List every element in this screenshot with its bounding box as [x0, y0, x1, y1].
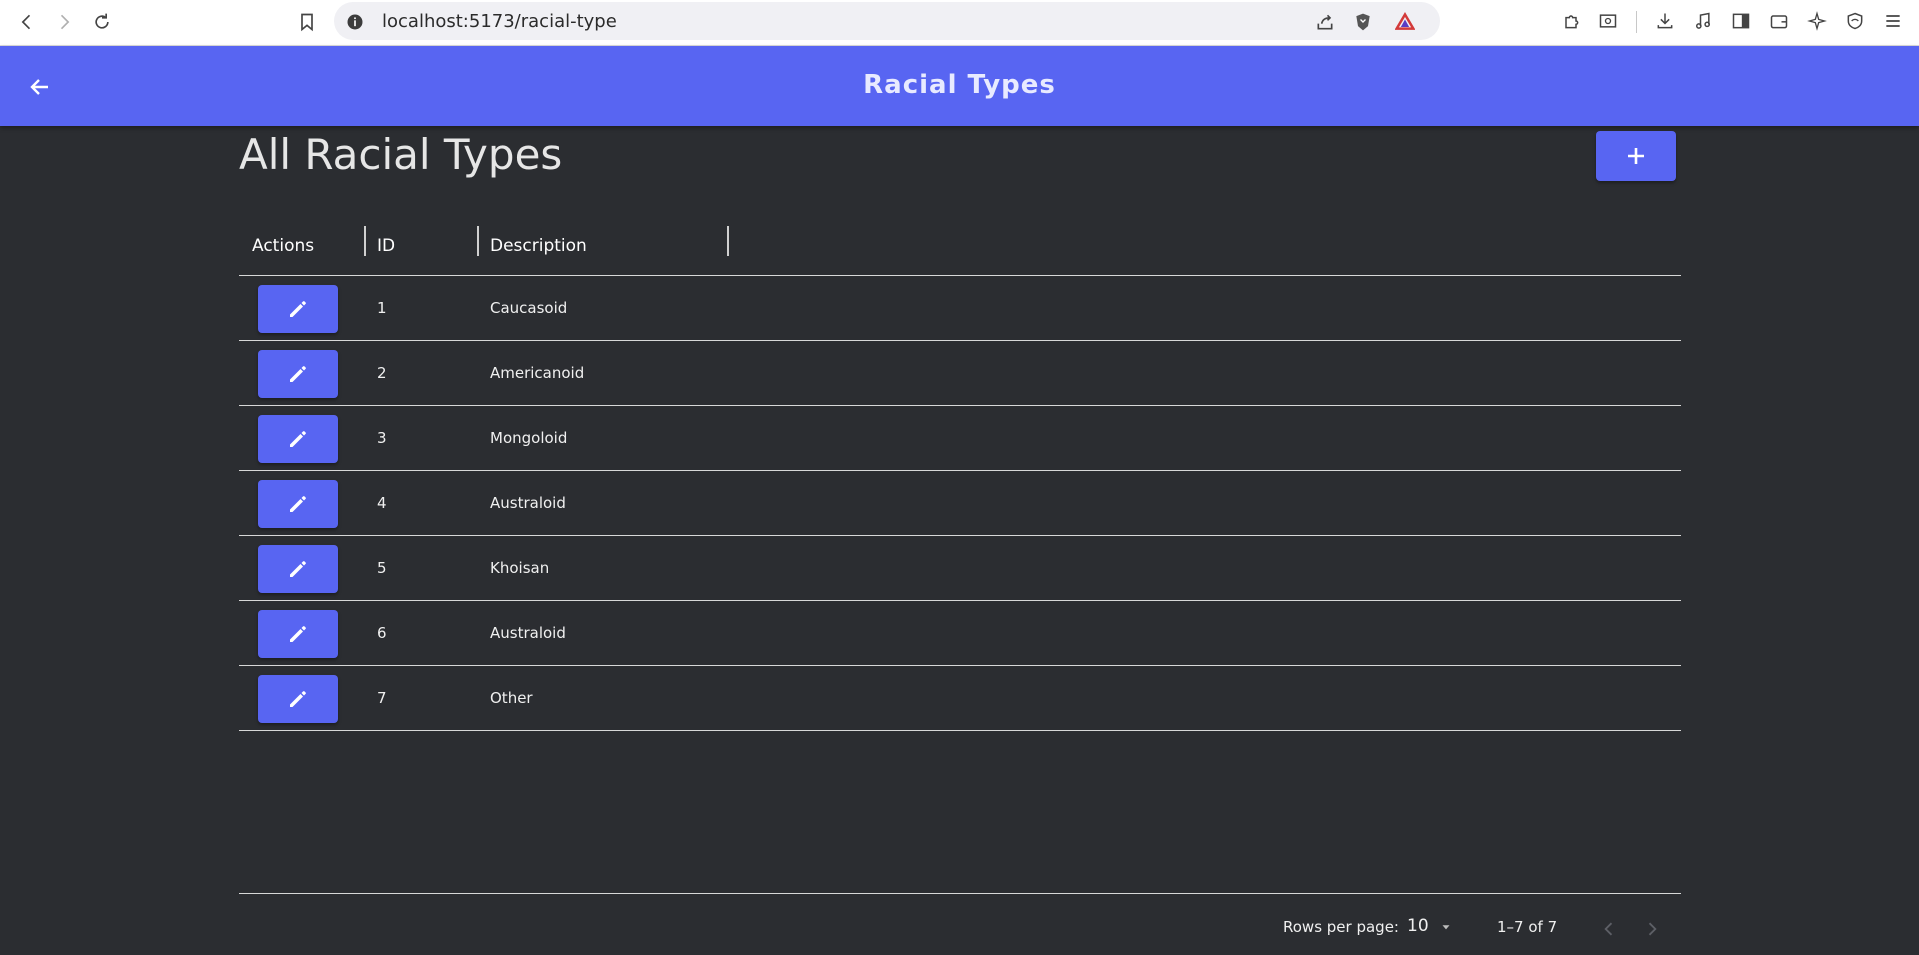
data-grid: Actions ID Description 1 Caucasoid 2 Americ…	[239, 218, 1681, 895]
menu-icon[interactable]	[1880, 8, 1906, 34]
leo-ai-icon[interactable]	[1804, 8, 1830, 34]
table-row[interactable]: 5 Khoisan	[239, 536, 1681, 601]
table-row[interactable]: 4 Australoid	[239, 471, 1681, 536]
toolbar-divider	[1636, 11, 1637, 33]
column-header-actions[interactable]: Actions	[252, 218, 314, 275]
cell-id: 6	[377, 624, 387, 642]
edit-button[interactable]	[258, 285, 338, 333]
brave-shield-icon[interactable]	[1350, 9, 1376, 35]
edit-button[interactable]	[258, 415, 338, 463]
column-separator[interactable]	[727, 226, 729, 256]
pencil-icon	[290, 691, 306, 707]
browser-toolbar: localhost:5173/racial-type	[0, 0, 1919, 46]
vpn-shield-icon[interactable]	[1842, 8, 1868, 34]
page-range: 1–7 of 7	[1497, 918, 1558, 936]
page-title: All Racial Types	[239, 130, 563, 179]
edit-button[interactable]	[258, 350, 338, 398]
cell-id: 1	[377, 299, 387, 317]
pencil-icon	[290, 626, 306, 642]
column-separator[interactable]	[477, 226, 479, 256]
pencil-icon	[290, 431, 306, 447]
table-row[interactable]: 3 Mongoloid	[239, 406, 1681, 471]
column-header-id[interactable]: ID	[377, 218, 395, 275]
pagination: Rows per page: 10 1–7 of 7	[239, 910, 1681, 946]
previous-page-button[interactable]	[1594, 914, 1624, 944]
url-text: localhost:5173/racial-type	[382, 11, 617, 32]
wallet-icon[interactable]	[1766, 8, 1792, 34]
media-icon[interactable]	[1690, 8, 1716, 34]
table-row[interactable]: 1 Caucasoid	[239, 276, 1681, 341]
table-row[interactable]: 2 Americanoid	[239, 341, 1681, 406]
edit-button[interactable]	[258, 545, 338, 593]
cell-description: Australoid	[490, 494, 566, 512]
app-title: Racial Types	[863, 70, 1056, 100]
pencil-icon	[290, 561, 306, 577]
rows-per-page-label: Rows per page:	[1283, 918, 1399, 936]
brave-rewards-icon[interactable]	[1392, 9, 1418, 35]
extensions-icon[interactable]	[1558, 8, 1584, 34]
address-bar[interactable]: localhost:5173/racial-type	[334, 2, 1440, 40]
grid-header: Actions ID Description	[239, 218, 1681, 276]
rows-per-page-select[interactable]: 10	[1407, 916, 1455, 940]
cell-id: 3	[377, 429, 387, 447]
reader-mode-icon[interactable]	[1595, 8, 1621, 34]
browser-reload-button[interactable]	[87, 7, 117, 37]
next-page-button[interactable]	[1637, 914, 1667, 944]
chevron-right-icon	[1648, 922, 1657, 936]
chevron-right-icon	[60, 14, 70, 30]
caret-down-icon	[1442, 925, 1450, 930]
plus-icon	[1628, 148, 1644, 164]
cell-description: Other	[490, 689, 533, 707]
browser-back-button[interactable]	[12, 7, 42, 37]
share-icon[interactable]	[1312, 9, 1338, 35]
cell-description: Mongoloid	[490, 429, 568, 447]
edit-button[interactable]	[258, 675, 338, 723]
edit-button[interactable]	[258, 480, 338, 528]
cell-id: 4	[377, 494, 387, 512]
cell-description: Khoisan	[490, 559, 550, 577]
pencil-icon	[290, 366, 306, 382]
chevron-left-icon	[1604, 922, 1613, 936]
cell-id: 2	[377, 364, 387, 382]
cell-id: 5	[377, 559, 387, 577]
add-racial-type-button[interactable]	[1596, 131, 1676, 181]
download-icon[interactable]	[1652, 8, 1678, 34]
site-info-icon[interactable]	[342, 9, 368, 35]
chevron-left-icon	[21, 14, 31, 30]
browser-forward-button[interactable]	[49, 7, 79, 37]
pencil-icon	[290, 301, 306, 317]
table-row[interactable]: 6 Australoid	[239, 601, 1681, 666]
column-separator[interactable]	[364, 226, 366, 256]
table-row[interactable]: 7 Other	[239, 666, 1681, 731]
bookmark-button[interactable]	[292, 7, 322, 37]
app-bar: Racial Types	[0, 46, 1919, 126]
column-header-description[interactable]: Description	[490, 218, 587, 275]
reload-icon	[95, 13, 109, 29]
pencil-icon	[290, 496, 306, 512]
cell-description: Americanoid	[490, 364, 585, 382]
cell-description: Australoid	[490, 624, 566, 642]
cell-id: 7	[377, 689, 387, 707]
bookmark-icon	[301, 13, 313, 32]
grid-footer-divider	[239, 893, 1681, 894]
rows-per-page-value: 10	[1407, 916, 1429, 936]
cell-description: Caucasoid	[490, 299, 568, 317]
sidebar-icon[interactable]	[1728, 8, 1754, 34]
edit-button[interactable]	[258, 610, 338, 658]
